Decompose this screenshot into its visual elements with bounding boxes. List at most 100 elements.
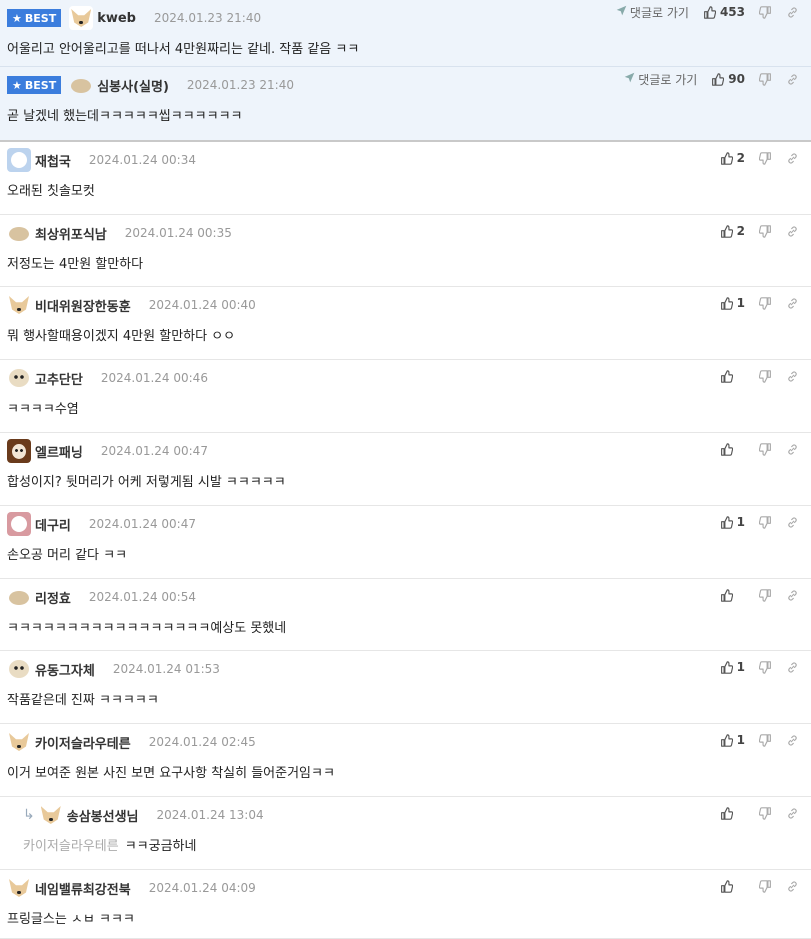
nickname[interactable]: 송삼봉선생님 [67, 806, 139, 825]
like-button[interactable] [720, 369, 745, 383]
thumbs-up-icon [703, 5, 716, 19]
goto-reply-link[interactable]: 댓글로 가기 [624, 71, 697, 88]
nickname[interactable]: 재첩국 [35, 151, 71, 170]
avatar[interactable] [7, 221, 31, 245]
share-link-button[interactable] [786, 225, 799, 238]
share-link-button[interactable] [786, 661, 799, 674]
dislike-button[interactable] [759, 588, 772, 602]
comment-text: 오래된 칫솔모컷 [7, 184, 95, 199]
dislike-button[interactable] [759, 806, 772, 820]
nickname[interactable]: 데구리 [35, 515, 71, 534]
avatar[interactable] [7, 366, 31, 390]
nickname[interactable]: 유동그자체 [35, 660, 95, 679]
avatar[interactable] [7, 439, 31, 463]
like-button[interactable] [720, 806, 745, 820]
like-count: 453 [719, 5, 745, 19]
nickname[interactable]: 리정효 [35, 588, 71, 607]
dislike-button[interactable] [759, 733, 772, 747]
like-button[interactable]: 1 [720, 660, 745, 674]
dislike-button[interactable] [759, 879, 772, 893]
avatar[interactable] [7, 512, 31, 536]
comment-actions [706, 368, 799, 384]
best-badge: ★ BEST [7, 76, 62, 94]
dislike-button[interactable] [759, 515, 772, 529]
share-link-button[interactable] [786, 73, 799, 86]
avatar[interactable] [7, 585, 31, 609]
avatar[interactable] [69, 73, 93, 97]
nickname[interactable]: 심봉사(실명) [97, 76, 169, 95]
comment-body: 손오공 머리 같다 ㅋㅋ [7, 544, 127, 563]
thumbs-up-icon [720, 442, 733, 456]
share-link-button[interactable] [786, 807, 799, 820]
nickname[interactable]: kweb [97, 11, 136, 26]
like-button[interactable] [720, 442, 745, 456]
like-button[interactable]: 1 [720, 296, 745, 310]
like-button[interactable] [720, 588, 745, 602]
link-icon [786, 734, 799, 747]
dislike-button[interactable] [759, 296, 772, 310]
nickname[interactable]: 고추단단 [35, 369, 83, 388]
best-comment: ★ BEST kweb 2024.01.23 21:40 댓글로 가기 453 어울리고 안… [0, 0, 811, 67]
comment-body: 어울리고 안어울리고를 떠나서 4만원짜리는 같네. 작품 같음 ㅋㅋ [7, 38, 359, 57]
avatar[interactable] [7, 657, 31, 681]
share-link-button[interactable] [786, 152, 799, 165]
comment-text: ㅋㅋ궁금하네 [124, 839, 197, 854]
like-button[interactable]: 90 [711, 72, 745, 86]
share-link-button[interactable] [786, 880, 799, 893]
share-link-button[interactable] [786, 297, 799, 310]
comment-date: 2024.01.24 00:47 [88, 517, 196, 531]
like-button[interactable]: 2 [720, 224, 745, 238]
like-count: 1 [736, 660, 745, 674]
comment-date: 2024.01.23 21:40 [186, 78, 294, 92]
comment: 유동그자체 2024.01.24 01:53 1 작품같은데 진짜 ㅋㅋㅋㅋㅋ [0, 651, 811, 724]
share-link-button[interactable] [786, 589, 799, 602]
nickname[interactable]: 최상위포식남 [35, 224, 107, 243]
comment-header: ↳ 송삼봉선생님 2024.01.24 13:04 [23, 803, 264, 827]
dislike-button[interactable] [759, 151, 772, 165]
link-icon [786, 516, 799, 529]
like-button[interactable]: 2 [720, 151, 745, 165]
share-link-button[interactable] [786, 370, 799, 383]
reply-mention[interactable]: 카이저슬라우테른 [23, 839, 119, 854]
nickname[interactable]: 네임밸류최강전북 [35, 879, 131, 898]
comment-body: ㅋㅋㅋㅋㅋㅋㅋㅋㅋㅋㅋㅋㅋㅋㅋㅋㅋ예상도 못했네 [7, 617, 286, 636]
thumbs-down-icon [759, 72, 772, 86]
nickname[interactable]: 카이저슬라우테른 [35, 733, 131, 752]
share-link-button[interactable] [786, 734, 799, 747]
dislike-button[interactable] [759, 660, 772, 674]
dislike-button[interactable] [759, 369, 772, 383]
avatar[interactable] [7, 293, 31, 317]
nickname[interactable]: 비대위원장한동훈 [35, 296, 131, 315]
avatar[interactable] [7, 876, 31, 900]
dislike-button[interactable] [759, 72, 772, 86]
dislike-button[interactable] [759, 442, 772, 456]
avatar[interactable] [7, 730, 31, 754]
nickname[interactable]: 엘르패닝 [35, 442, 83, 461]
comment-actions: 댓글로 가기 453 [616, 4, 799, 20]
comment-actions [706, 805, 799, 821]
comment-date: 2024.01.24 04:09 [148, 881, 256, 895]
avatar[interactable] [38, 803, 63, 827]
thumbs-up-icon [720, 151, 733, 165]
comment: 최상위포식남 2024.01.24 00:35 2 저정도는 4만원 할만하다 [0, 215, 811, 287]
avatar[interactable] [7, 148, 31, 172]
send-icon [616, 5, 630, 19]
share-link-button[interactable] [786, 516, 799, 529]
like-button[interactable]: 453 [703, 5, 745, 19]
avatar[interactable] [69, 6, 94, 30]
dislike-button[interactable] [759, 224, 772, 238]
like-button[interactable] [720, 879, 745, 893]
comment-date: 2024.01.24 01:53 [112, 662, 220, 676]
share-link-button[interactable] [786, 443, 799, 456]
comment-body: 오래된 칫솔모컷 [7, 180, 95, 199]
share-link-button[interactable] [786, 6, 799, 19]
like-button[interactable]: 1 [720, 733, 745, 747]
dislike-button[interactable] [759, 5, 772, 19]
comment-actions [706, 587, 799, 603]
like-button[interactable]: 1 [720, 515, 745, 529]
goto-reply-link[interactable]: 댓글로 가기 [616, 4, 689, 21]
thumbs-down-icon [759, 660, 772, 674]
thumbs-up-icon [720, 515, 733, 529]
comment-text: 작품같은데 진짜 ㅋㅋㅋㅋㅋ [7, 693, 159, 708]
comment-header: 재첩국 2024.01.24 00:34 [7, 148, 196, 172]
